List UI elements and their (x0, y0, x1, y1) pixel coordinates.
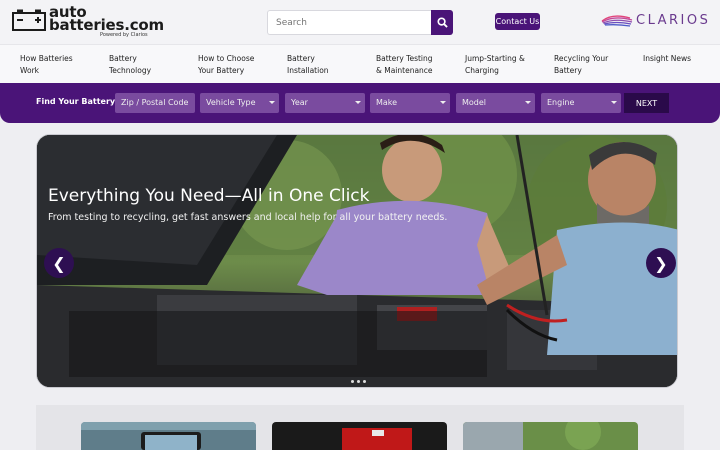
feature-card-1[interactable] (81, 422, 256, 450)
card-image-2 (272, 422, 447, 450)
hero-subtitle: From testing to recycling, get fast answ… (48, 212, 448, 223)
year-select[interactable]: Year (285, 93, 365, 113)
search-input[interactable] (267, 10, 431, 35)
chevron-down-icon (611, 101, 617, 104)
nav-battery-technology[interactable]: Battery Technology (109, 53, 193, 76)
hero-caption (69, 311, 487, 377)
card-image-1 (81, 422, 256, 450)
feature-card-2[interactable] (272, 422, 447, 450)
search-button[interactable] (431, 10, 453, 35)
carousel-prev-button[interactable]: ❮ (44, 248, 74, 278)
nav-battery-installation[interactable]: Battery Installation (287, 53, 371, 76)
model-value: Model (462, 98, 487, 107)
engine-select[interactable]: Engine (541, 93, 621, 113)
site-logo[interactable]: auto batteries.com Powered by Clarios (12, 5, 164, 38)
battery-logo-icon (12, 9, 46, 31)
zip-placeholder: Zip / Postal Code (121, 98, 189, 107)
site-header: auto batteries.com Powered by Clarios Co… (0, 0, 720, 44)
make-value: Make (376, 98, 398, 107)
hero-carousel (36, 134, 678, 388)
carousel-dot[interactable] (357, 380, 360, 383)
nav-testing-maintenance[interactable]: Battery Testing & Maintenance (376, 53, 460, 76)
clarios-wordmark: CLARIOS (636, 13, 711, 28)
make-select[interactable]: Make (370, 93, 450, 113)
battery-finder: Find Your Battery Zip / Postal Code Vehi… (0, 83, 720, 123)
chevron-right-icon: ❯ (654, 253, 668, 273)
nav-recycling[interactable]: Recycling Your Battery (554, 53, 638, 76)
chevron-left-icon: ❮ (52, 253, 66, 273)
carousel-dot[interactable] (363, 380, 366, 383)
main-nav: How Batteries Work Battery Technology Ho… (0, 44, 720, 84)
logo-text: auto batteries.com (49, 3, 164, 34)
finder-next-button[interactable]: NEXT (624, 93, 669, 113)
engine-value: Engine (547, 98, 575, 107)
card-image-3 (463, 422, 638, 450)
chevron-down-icon (525, 101, 531, 104)
contact-us-button[interactable]: Contact Us (495, 13, 540, 30)
carousel-dot[interactable] (351, 380, 354, 383)
zip-field[interactable]: Zip / Postal Code (115, 93, 195, 113)
finder-label: Find Your Battery (36, 97, 116, 106)
clarios-logo[interactable]: CLARIOS (600, 11, 712, 31)
vehicle-type-select[interactable]: Vehicle Type (200, 93, 279, 113)
clarios-swirl-icon (601, 15, 633, 27)
feature-card-3[interactable] (463, 422, 638, 450)
chevron-down-icon (269, 101, 275, 104)
chevron-down-icon (355, 101, 361, 104)
vehicle-type-value: Vehicle Type (206, 98, 256, 107)
nav-insight-news[interactable]: Insight News (643, 53, 720, 65)
model-select[interactable]: Model (456, 93, 535, 113)
nav-how-to-choose[interactable]: How to Choose Your Battery (198, 53, 282, 76)
nav-how-batteries-work[interactable]: How Batteries Work (20, 53, 104, 76)
carousel-next-button[interactable]: ❯ (646, 248, 676, 278)
chevron-down-icon (440, 101, 446, 104)
logo-powered-by: Powered by Clarios (100, 32, 148, 38)
carousel-dots (351, 380, 366, 383)
year-value: Year (291, 98, 308, 107)
hero-title: Everything You Need—All in One Click (48, 186, 370, 206)
nav-jump-starting[interactable]: Jump-Starting & Charging (465, 53, 549, 76)
search-icon (436, 17, 448, 28)
